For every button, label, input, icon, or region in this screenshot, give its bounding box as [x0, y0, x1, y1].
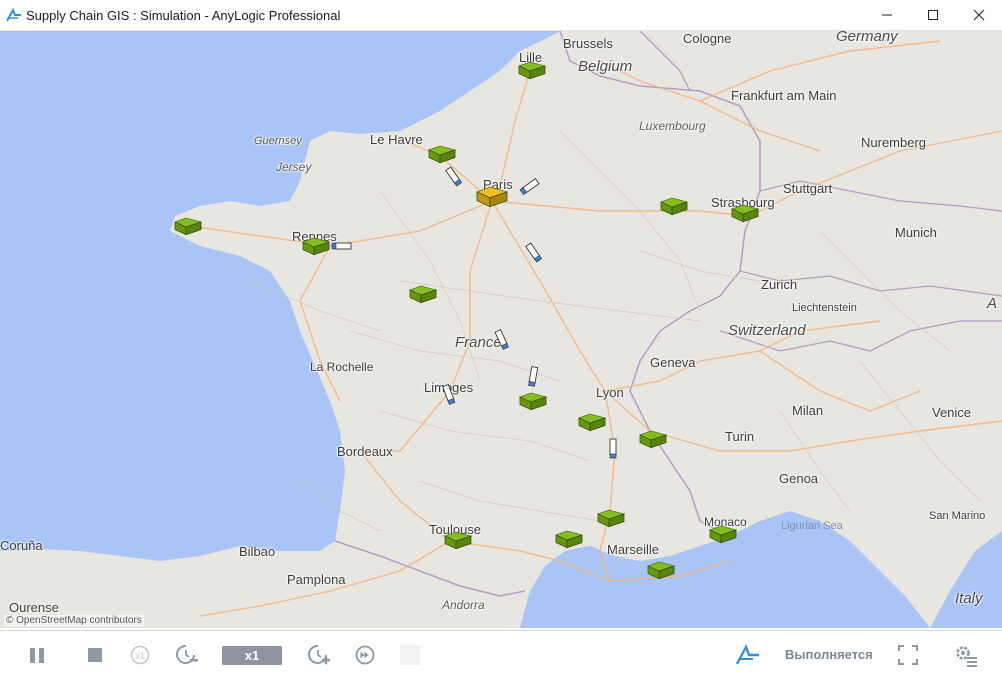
distribution-center-marker[interactable] [476, 186, 510, 212]
label-coruna: Coruña [0, 538, 43, 553]
fullscreen-button[interactable] [895, 641, 921, 669]
label-luxembourg: Luxembourg [639, 119, 706, 133]
settings-button[interactable] [952, 641, 980, 669]
label-switzerland: Switzerland [728, 322, 806, 339]
retailer-marker[interactable] [555, 530, 585, 553]
label-jersey: Jersey [276, 160, 312, 174]
retailer-marker[interactable] [647, 561, 677, 584]
label-austria-partial: A [987, 295, 998, 312]
label-la-rochelle: La Rochelle [310, 360, 374, 374]
label-frankfurt: Frankfurt am Main [731, 88, 837, 103]
slow-down-icon [176, 644, 198, 664]
anylogic-logo-icon [735, 644, 759, 665]
simulation-toolbar: x1 x1 Выполняется [0, 630, 1002, 680]
truck-marker[interactable] [522, 241, 546, 265]
label-marseille: Marseille [607, 542, 660, 557]
minimize-button[interactable] [864, 0, 910, 30]
close-button[interactable] [956, 0, 1002, 30]
retailer-marker[interactable] [597, 509, 627, 532]
pause-button[interactable] [24, 641, 50, 669]
label-pamplona: Pamplona [287, 572, 346, 587]
simulation-status: Выполняется [785, 647, 873, 662]
label-munich: Munich [895, 225, 937, 240]
label-italy: Italy [955, 590, 983, 607]
run-x1-icon: x1 [130, 645, 150, 665]
label-genoa: Genoa [779, 471, 819, 486]
window-title: Supply Chain GIS : Simulation - AnyLogic… [26, 8, 341, 23]
label-lyon: Lyon [596, 385, 624, 400]
speed-up-icon [308, 644, 330, 665]
label-zurich: Zurich [761, 277, 798, 292]
minimize-icon [882, 14, 892, 16]
label-le-havre: Le Havre [370, 132, 423, 147]
label-ligurian-sea: Ligurian Sea [781, 520, 843, 532]
maximize-button[interactable] [910, 0, 956, 30]
retailer-marker[interactable] [639, 430, 669, 453]
retailer-marker[interactable] [518, 61, 548, 84]
label-geneva: Geneva [650, 355, 696, 370]
run-fastest-button[interactable] [352, 641, 378, 669]
settings-icon [956, 646, 977, 667]
retailer-marker[interactable] [444, 531, 474, 554]
label-san-marino: San Marino [929, 510, 986, 522]
label-brussels: Brussels [563, 36, 613, 51]
label-liechtenstein: Liechtenstein [792, 302, 857, 314]
speed-up-button[interactable] [305, 641, 333, 669]
retailer-marker[interactable] [302, 237, 332, 260]
step-icon [400, 645, 420, 665]
label-turin: Turin [725, 429, 755, 444]
anylogic-logo [734, 641, 762, 669]
title-bar: Supply Chain GIS : Simulation - AnyLogic… [0, 0, 1002, 31]
label-cologne: Cologne [683, 31, 732, 46]
truck-marker[interactable] [521, 365, 545, 389]
truck-marker[interactable] [442, 165, 466, 189]
truck-marker[interactable] [437, 383, 461, 407]
map-attribution: © OpenStreetMap contributors [4, 615, 144, 626]
gis-map[interactable]: Lille Brussels Belgium Cologne Germany F… [0, 31, 1002, 628]
label-milan: Milan [792, 403, 824, 418]
adriatic-sea [930, 531, 1002, 628]
slow-down-button[interactable] [173, 641, 201, 669]
label-venice: Venice [932, 405, 972, 420]
run-fastest-icon [355, 645, 375, 665]
label-nuremberg: Nuremberg [861, 135, 927, 150]
retailer-marker[interactable] [731, 204, 761, 227]
fullscreen-icon [898, 645, 918, 665]
label-andorra: Andorra [442, 598, 485, 612]
truck-marker[interactable] [517, 175, 541, 199]
retailer-marker[interactable] [709, 525, 739, 548]
retailer-marker[interactable] [660, 197, 690, 220]
pause-icon [30, 648, 44, 663]
retailer-marker[interactable] [174, 217, 204, 240]
label-bordeaux: Bordeaux [337, 444, 393, 459]
label-stuttgart: Stuttgart [783, 181, 833, 196]
truck-marker[interactable] [490, 328, 514, 352]
retailer-marker[interactable] [519, 392, 549, 415]
truck-marker[interactable] [601, 437, 625, 461]
label-belgium: Belgium [578, 58, 633, 75]
stop-button[interactable] [82, 641, 108, 669]
step-button[interactable] [398, 641, 422, 669]
svg-text:x1: x1 [136, 651, 146, 661]
speed-indicator: x1 [222, 646, 282, 665]
label-germany: Germany [836, 31, 898, 45]
label-bilbao: Bilbao [239, 544, 276, 559]
anylogic-app-icon [6, 7, 21, 22]
label-ourense: Ourense [9, 600, 59, 615]
retailer-marker[interactable] [578, 413, 608, 436]
label-guernsey: Guernsey [254, 135, 302, 147]
maximize-icon [928, 10, 938, 20]
retailer-marker[interactable] [409, 285, 439, 308]
close-icon [973, 9, 985, 21]
stop-icon [88, 648, 102, 662]
run-x1-button[interactable]: x1 [127, 641, 153, 669]
truck-marker[interactable] [329, 234, 353, 258]
